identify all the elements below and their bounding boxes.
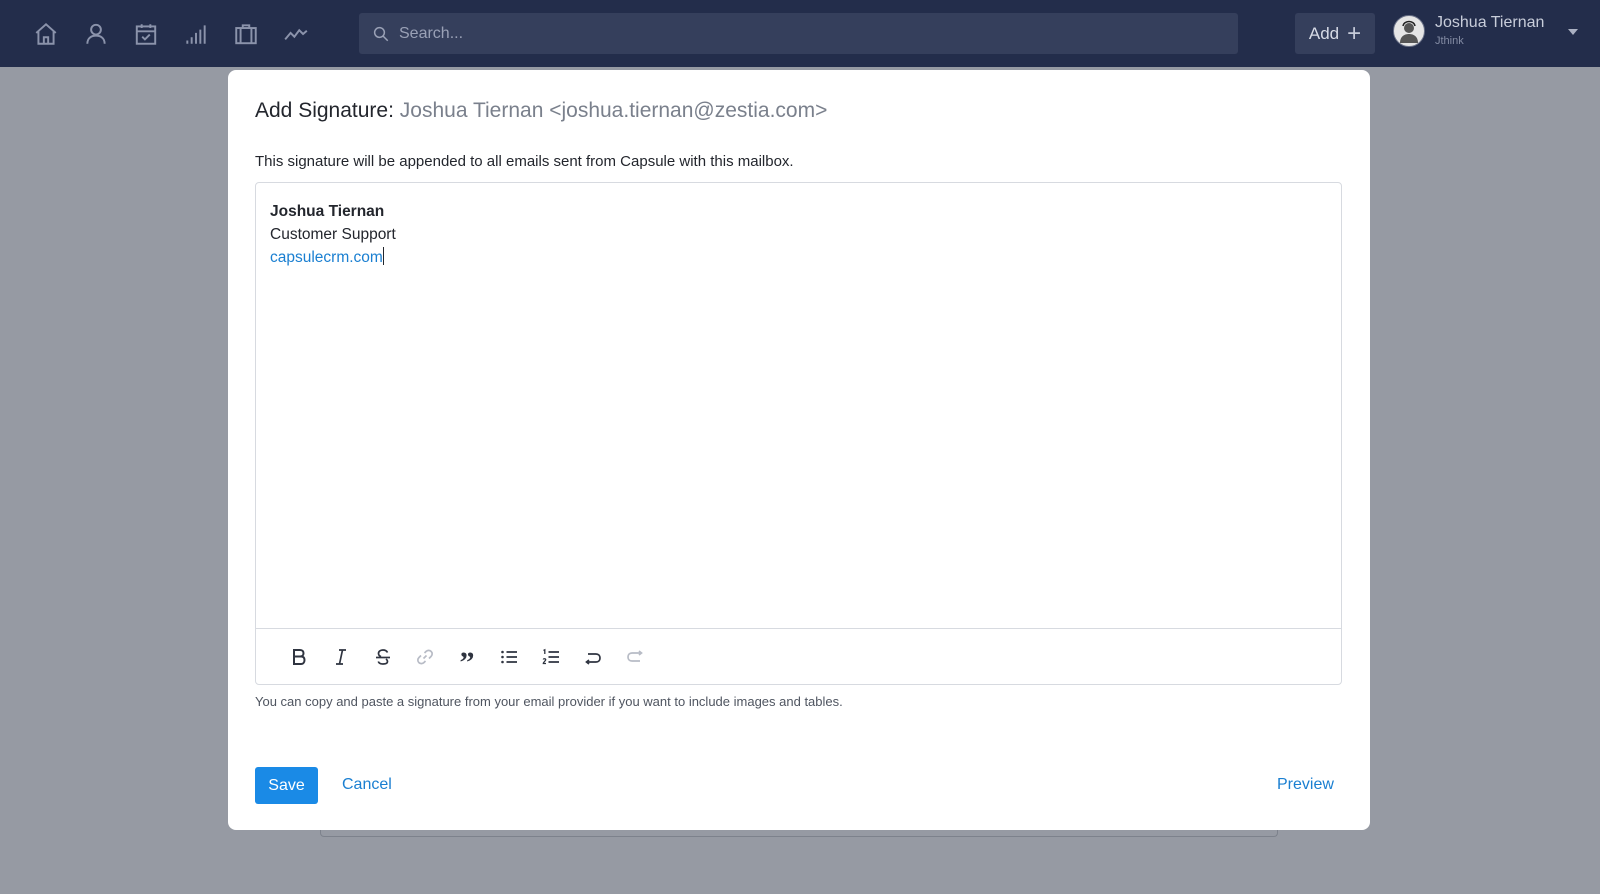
signature-link[interactable]: capsulecrm.com [270, 249, 383, 266]
plus-icon: + [1347, 19, 1362, 47]
add-label: Add [1308, 23, 1340, 43]
undo-icon[interactable] [572, 637, 614, 677]
home-icon[interactable] [21, 0, 71, 67]
avatar [1393, 14, 1425, 47]
person-icon[interactable] [71, 0, 121, 67]
chevron-down-icon[interactable] [1568, 29, 1578, 35]
italic-icon[interactable] [320, 637, 362, 677]
signature-hint: You can copy and paste a signature from … [255, 694, 843, 709]
redo-icon[interactable] [614, 637, 656, 677]
modal-title-mailbox: Joshua Tiernan <joshua.tiernan@zestia.co… [399, 99, 828, 122]
bold-icon[interactable] [278, 637, 320, 677]
quote-icon[interactable]: ” [446, 637, 488, 679]
briefcase-icon[interactable] [221, 0, 271, 67]
user-menu[interactable]: Joshua Tiernan Jthink [1393, 14, 1544, 47]
modal-title-prefix: Add Signature: [255, 99, 394, 122]
bullet-list-icon[interactable] [488, 637, 530, 677]
modal-description: This signature will be appended to all e… [255, 153, 794, 170]
numbered-list-icon[interactable] [530, 637, 572, 677]
editor-toolbar: ” [256, 628, 1341, 684]
search-input[interactable] [399, 24, 1199, 43]
bar-chart-icon[interactable] [171, 0, 221, 67]
editor-content[interactable]: Joshua Tiernan Customer Support capsulec… [256, 183, 1341, 629]
top-navbar: Add + Joshua Tiernan Jthink [0, 0, 1600, 67]
search-bar[interactable] [359, 13, 1238, 54]
add-signature-modal: Add Signature: Joshua Tiernan <joshua.ti… [228, 70, 1370, 830]
signature-name: Joshua Tiernan [270, 203, 385, 220]
signature-editor[interactable]: Joshua Tiernan Customer Support capsulec… [255, 182, 1342, 685]
search-icon [373, 26, 389, 41]
save-button[interactable]: Save [255, 767, 318, 804]
link-icon[interactable] [404, 637, 446, 677]
activity-icon[interactable] [271, 0, 321, 67]
calendar-check-icon[interactable] [121, 0, 171, 67]
cancel-button[interactable]: Cancel [342, 776, 392, 794]
modal-title: Add Signature: Joshua Tiernan <joshua.ti… [255, 99, 827, 123]
text-cursor [382, 247, 384, 265]
add-button[interactable]: Add + [1295, 13, 1375, 54]
nav-icons [21, 0, 321, 67]
preview-button[interactable]: Preview [1277, 776, 1334, 794]
user-org: Jthink [1435, 35, 1464, 47]
signature-role: Customer Support [270, 226, 396, 243]
user-name: Joshua Tiernan [1435, 14, 1545, 31]
strikethrough-icon[interactable] [362, 637, 404, 677]
